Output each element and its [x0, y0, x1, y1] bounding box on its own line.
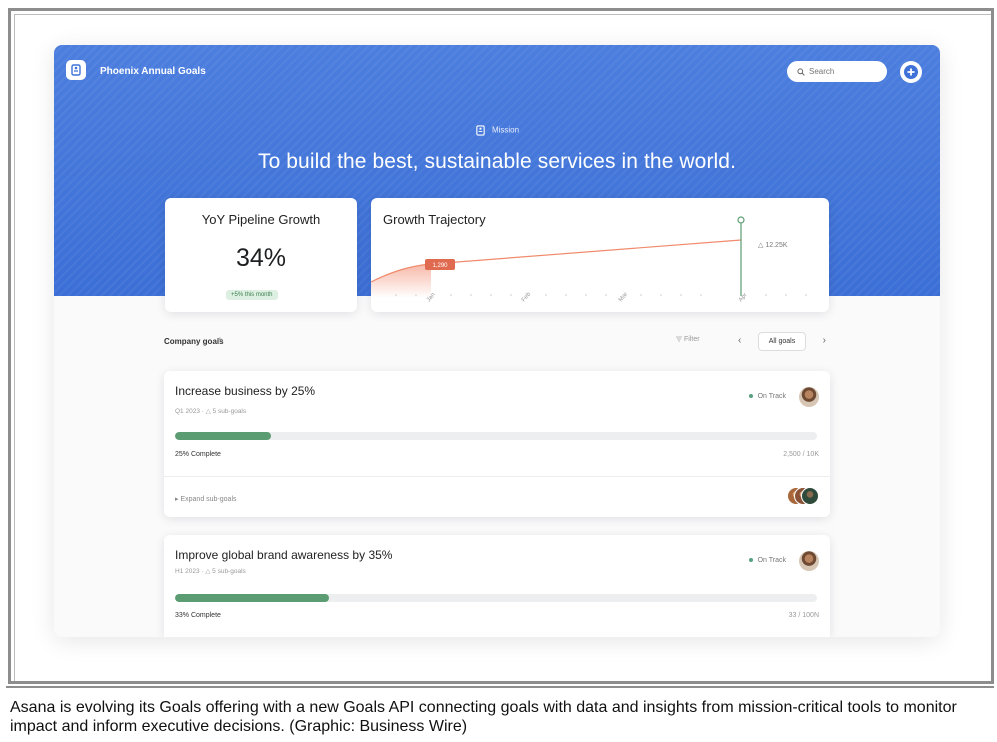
progress-label: 33% Complete: [175, 612, 221, 619]
chevron-right-icon[interactable]: ›: [823, 335, 826, 346]
progress-fill: [175, 432, 272, 440]
kpi-title: YoY Pipeline Growth: [201, 212, 321, 227]
avatar[interactable]: [799, 551, 819, 571]
search-input[interactable]: [809, 67, 879, 76]
avatar[interactable]: [799, 387, 819, 407]
status-badge: On Track: [748, 557, 786, 564]
mission-label-text: Mission: [491, 125, 520, 135]
status-dot-icon: [748, 394, 753, 399]
goal-scope-select[interactable]: All goals: [758, 332, 806, 351]
app-logo[interactable]: [66, 60, 86, 80]
goal-title[interactable]: Improve global brand awareness by 35%: [175, 548, 392, 562]
goal-meta: H1 2023 · △ 5 sub-goals: [175, 568, 246, 575]
trajectory-marker-dot[interactable]: [737, 216, 745, 224]
status-label: On Track: [757, 393, 786, 400]
goal-title[interactable]: Increase business by 25%: [175, 384, 315, 398]
section-title: Company goals: [164, 337, 224, 346]
chevron-left-icon[interactable]: ‹: [738, 335, 741, 346]
user-icon: [476, 125, 485, 136]
sub-goal-owners[interactable]: [787, 487, 819, 507]
app-title: Phoenix Annual Goals: [100, 66, 206, 77]
expand-sub-goals-button[interactable]: ▸ Expand sub-goals: [175, 495, 237, 503]
x-axis-label-feb: Feb: [521, 291, 533, 303]
x-axis-label-apr: Apr: [738, 292, 749, 303]
x-axis-label-mar: Mar: [618, 292, 629, 304]
user-icon: [71, 64, 81, 76]
goals-app-window: Phoenix Annual Goals Mission To build th…: [54, 45, 940, 637]
kpi-value: 34%: [235, 244, 287, 272]
filter-button[interactable]: Filter: [676, 336, 700, 343]
goal-card[interactable]: Increase business by 25% Q1 2023 · △ 5 s…: [164, 371, 830, 517]
company-goals-header: Company goals + Filter ‹ All goals ›: [164, 330, 830, 352]
add-company-goal-button[interactable]: +: [217, 335, 223, 346]
status-badge: On Track: [748, 393, 786, 400]
trajectory-chart: 1,290 △ 12.25K Jan Feb Mar Apr: [371, 216, 807, 304]
image-caption: Asana is evolving its Goals offering wit…: [6, 686, 994, 742]
trajectory-end-label: △ 12.25K: [758, 242, 788, 249]
mission-label: Mission: [54, 125, 940, 136]
filter-label: Filter: [684, 336, 700, 343]
goal-card[interactable]: Improve global brand awareness by 35% H1…: [164, 535, 830, 637]
progress-amount: 2,500 / 10K: [783, 451, 819, 458]
add-goal-button[interactable]: [900, 61, 922, 83]
progress-bar: [175, 432, 817, 440]
progress-bar: [175, 594, 817, 602]
trajectory-start-label: 1,290: [432, 263, 448, 269]
divider: [164, 476, 830, 477]
search-box[interactable]: [787, 61, 887, 82]
kpi-card[interactable]: YoY Pipeline Growth 34% +5% this month: [165, 198, 357, 312]
status-label: On Track: [757, 557, 786, 564]
goal-pager: ‹ All goals ›: [734, 331, 830, 351]
kpi-change-badge: +5% this month: [226, 290, 278, 300]
progress-fill: [175, 594, 330, 602]
growth-trajectory-card[interactable]: Growth Trajectory 1,290 △ 12.25K Jan Feb…: [371, 198, 829, 312]
avatar: [801, 487, 819, 505]
progress-label: 25% Complete: [175, 451, 221, 458]
filter-icon: [676, 336, 682, 342]
mission-statement: To build the best, sustainable services …: [257, 150, 737, 173]
progress-amount: 33 / 100N: [788, 612, 819, 619]
trajectory-area: [371, 264, 431, 298]
search-icon: [797, 67, 805, 76]
goal-meta: Q1 2023 · △ 5 sub-goals: [175, 408, 247, 415]
status-dot-icon: [748, 558, 753, 563]
plus-icon: [904, 65, 918, 79]
expand-label: Expand sub-goals: [180, 496, 237, 503]
